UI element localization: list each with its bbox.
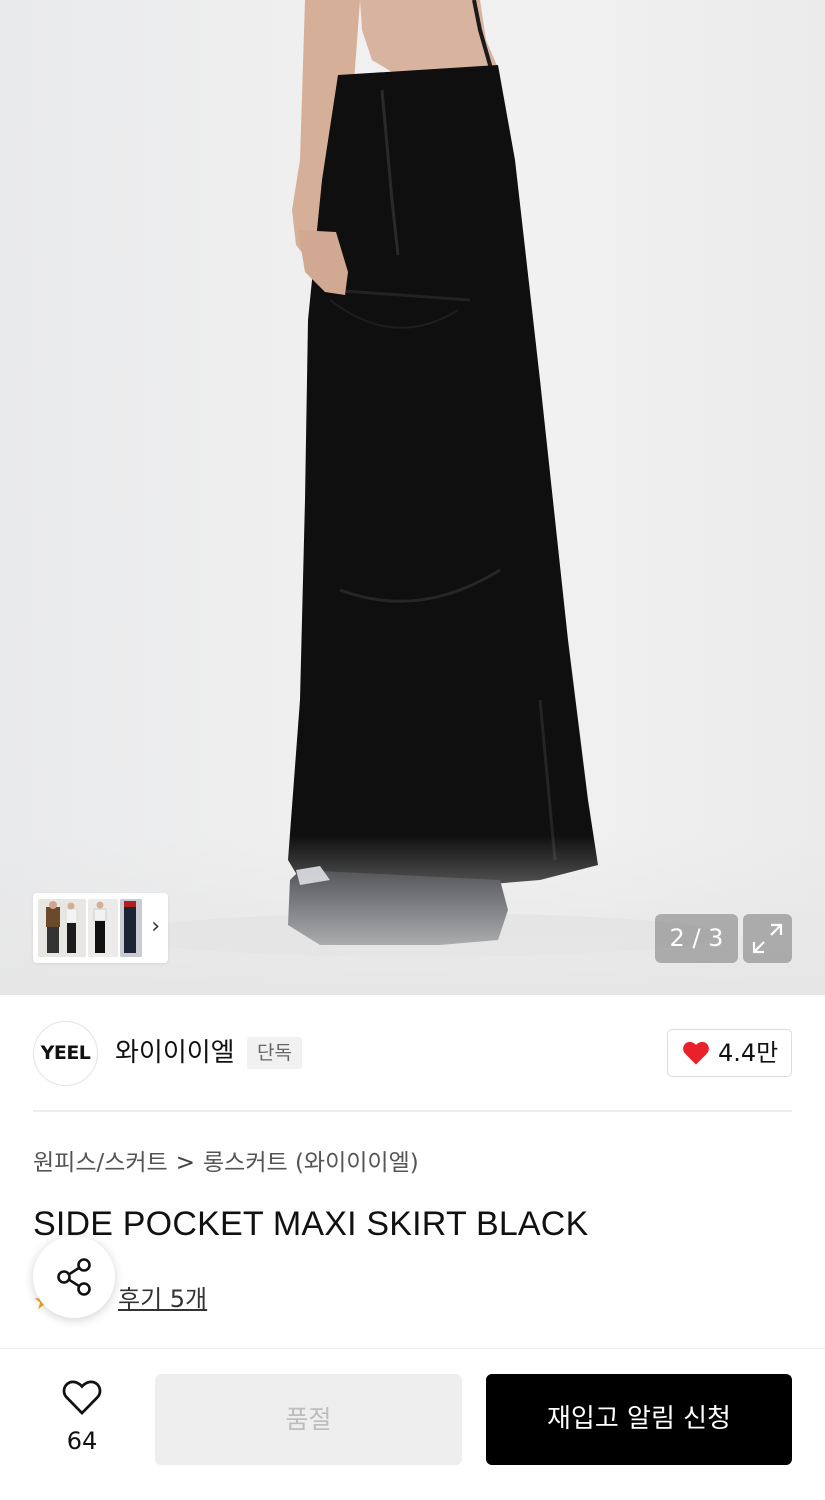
review-count-link[interactable]: 후기 5개 (118, 1282, 207, 1316)
image-page-counter: 2 / 3 (655, 914, 738, 963)
heart-outline-icon (62, 1380, 102, 1416)
product-title: SIDE POCKET MAXI SKIRT BLACK (33, 1205, 589, 1243)
wishlist-button[interactable]: 64 (44, 1378, 120, 1458)
brand-logo[interactable]: YEEL (33, 1021, 98, 1086)
expand-button[interactable] (743, 914, 792, 963)
exclusive-badge: 단독 (247, 1037, 302, 1069)
share-icon (57, 1258, 91, 1296)
breadcrumb: 원피스/스커트 > 롱스커트 (와이이이엘) (33, 1146, 419, 1180)
thumbnail-3[interactable] (120, 899, 142, 957)
brand-name[interactable]: 와이이이엘 (115, 1036, 235, 1070)
thumbnail-1[interactable] (38, 899, 86, 957)
heart-icon (683, 1041, 709, 1065)
expand-icon (752, 923, 783, 954)
product-image-gallery[interactable]: › 2 / 3 (0, 0, 825, 995)
breadcrumb-separator: > (175, 1150, 195, 1176)
chevron-right-icon[interactable]: › (151, 915, 160, 939)
thumbnail-strip[interactable]: › (33, 893, 168, 963)
section-divider (33, 1110, 792, 1112)
brand-like-count: 4.4만 (718, 1039, 779, 1067)
restock-alert-button[interactable]: 재입고 알림 신청 (486, 1374, 792, 1465)
thumbnail-2[interactable] (88, 899, 118, 957)
breadcrumb-category[interactable]: 원피스/스커트 (33, 1150, 168, 1176)
breadcrumb-subcategory[interactable]: 롱스커트 (와이이이엘) (203, 1150, 419, 1176)
brand-like-button[interactable]: 4.4만 (667, 1029, 792, 1077)
wishlist-count: 64 (66, 1427, 98, 1455)
share-button[interactable] (33, 1236, 115, 1318)
soldout-button: 품절 (155, 1374, 462, 1465)
